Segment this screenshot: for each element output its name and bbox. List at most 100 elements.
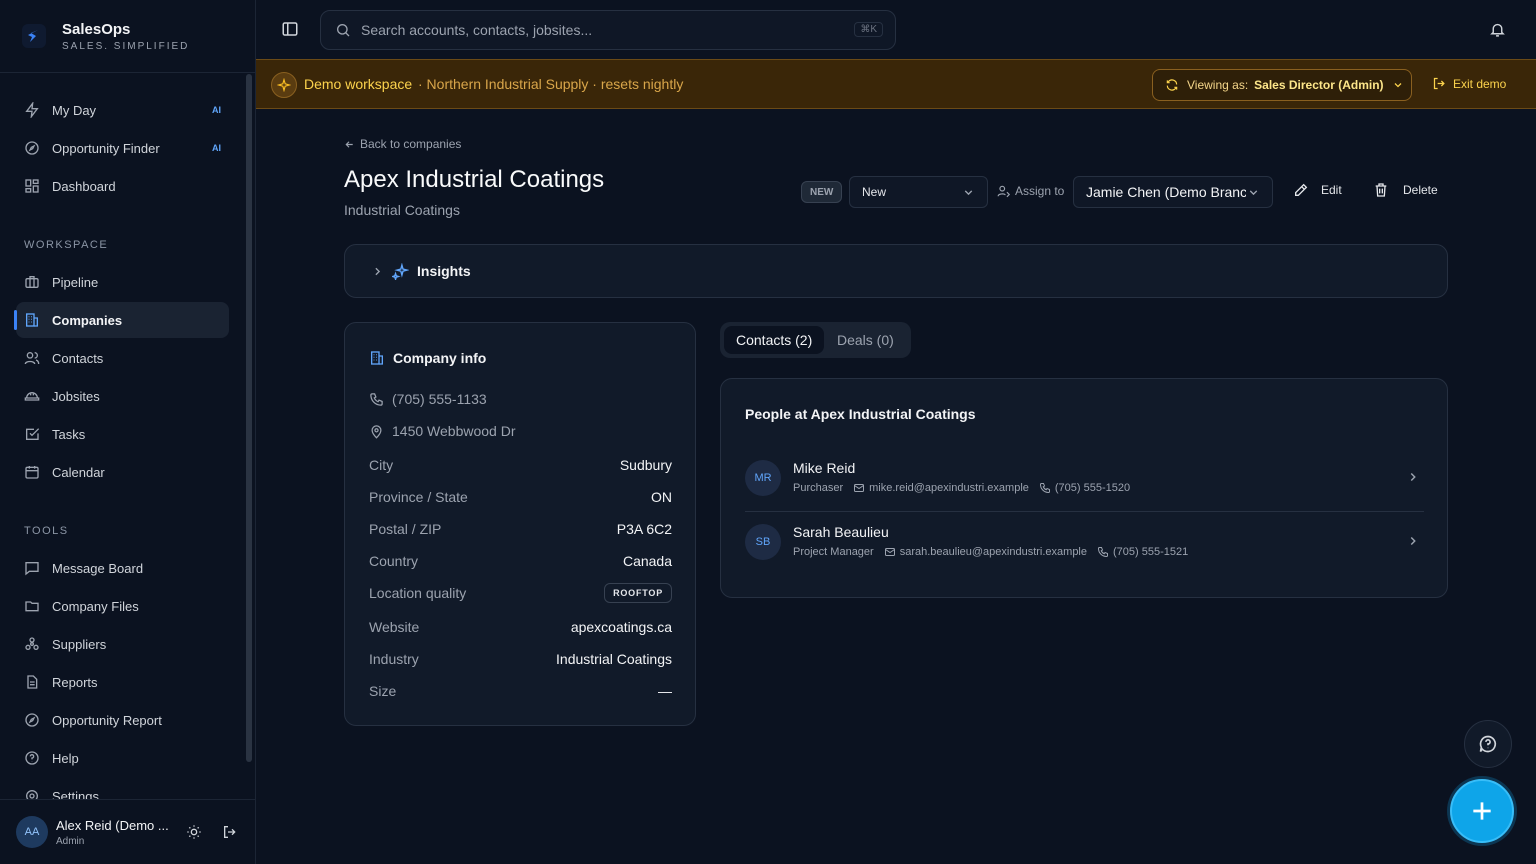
contact-phone[interactable]: (705) 555-1520 (1055, 482, 1130, 494)
exit-demo-button[interactable]: Exit demo (1432, 76, 1506, 91)
back-link-label: Back to companies (360, 137, 462, 151)
help-chat-button[interactable] (1464, 720, 1512, 768)
tab-contacts[interactable]: Contacts (2) (724, 326, 825, 354)
brand-name: SalesOps (62, 20, 131, 38)
contact-role: Purchaser (793, 482, 844, 494)
info-key: Industry (369, 651, 419, 667)
bell-icon[interactable] (1489, 21, 1506, 38)
calendar-icon (24, 464, 40, 480)
help-icon (1478, 734, 1498, 754)
sidebar-item-label: Suppliers (52, 636, 107, 652)
assignee-select[interactable]: Jamie Chen (Demo Branch Manager) (1073, 176, 1273, 208)
sidebar-item-label: Help (52, 750, 79, 766)
banner-title: Demo workspace (304, 76, 413, 92)
search-icon (335, 22, 351, 38)
info-key: Country (369, 553, 419, 569)
sidebar-item-calendar[interactable]: Calendar (16, 454, 229, 490)
pencil-icon (1293, 182, 1309, 198)
add-button[interactable] (1450, 779, 1514, 843)
sidebar-item-companies[interactable]: Companies (14, 302, 229, 338)
sidebar-toggle-icon[interactable] (281, 20, 299, 38)
sidebar-item-jobsites[interactable]: Jobsites (16, 378, 229, 414)
sidebar-item-label: Settings (52, 788, 99, 800)
list-item[interactable]: SB Sarah Beaulieu Project Manager sarah.… (745, 510, 1424, 574)
exit-icon (1432, 76, 1447, 91)
user-assign-icon (997, 184, 1011, 198)
sparkles-icon (392, 262, 409, 280)
delete-button[interactable]: Delete (1373, 182, 1438, 198)
status-select[interactable]: New (849, 176, 988, 208)
info-value: Industrial Coatings (556, 651, 672, 667)
mail-icon (853, 482, 865, 494)
sidebar-item-contacts[interactable]: Contacts (16, 340, 229, 376)
sidebar-item-label: Opportunity Report (52, 712, 162, 728)
search-shortcut: ⌘K (854, 22, 883, 37)
arrow-left-icon (344, 139, 355, 150)
sidebar-item-pipeline[interactable]: Pipeline (16, 264, 229, 300)
chevron-right-icon (1406, 534, 1420, 548)
logout-icon[interactable] (220, 822, 240, 842)
sidebar-item-help[interactable]: Help (16, 740, 229, 776)
sidebar-item-opportunity-finder[interactable]: Opportunity Finder AI (16, 130, 229, 166)
viewing-as-value: Sales Director (Admin) (1254, 78, 1384, 92)
tab-deals[interactable]: Deals (0) (825, 326, 906, 354)
sidebar-item-message-board[interactable]: Message Board (16, 550, 229, 586)
contact-phone[interactable]: (705) 555-1521 (1113, 546, 1188, 558)
contact-meta: Project Manager sarah.beaulieu@apexindus… (793, 546, 1188, 558)
sidebar-item-opportunity-report[interactable]: Opportunity Report (16, 702, 229, 738)
sidebar-item-settings[interactable]: Settings (16, 778, 229, 799)
back-to-companies-link[interactable]: Back to companies (344, 137, 461, 151)
avatar: SB (745, 524, 781, 560)
sidebar-item-reports[interactable]: Reports (16, 664, 229, 700)
assign-label-text: Assign to (1015, 184, 1065, 198)
assignee-value: Jamie Chen (Demo Branch Manager) (1086, 184, 1246, 200)
sidebar-item-tasks[interactable]: Tasks (16, 416, 229, 452)
refresh-icon (1165, 78, 1179, 92)
tools-section-label: TOOLS (24, 525, 69, 537)
brand[interactable]: SalesOps SALES. SIMPLIFIED (0, 0, 255, 73)
building-icon (369, 350, 385, 366)
gear-icon (24, 788, 40, 799)
company-info-card: Company info (705) 555-1133 1450 Webbwoo… (344, 322, 696, 726)
company-phone[interactable]: (705) 555-1133 (369, 391, 487, 407)
info-row-postal: Postal / ZIP P3A 6C2 (369, 518, 672, 540)
compass-icon (24, 712, 40, 728)
ai-badge: AI (212, 143, 221, 153)
sidebar-item-company-files[interactable]: Company Files (16, 588, 229, 624)
active-indicator (14, 310, 17, 330)
list-item[interactable]: MR Mike Reid Purchaser mike.reid@apexind… (745, 446, 1424, 510)
edit-button[interactable]: Edit (1293, 182, 1342, 198)
sidebar-item-dashboard[interactable]: Dashboard (16, 168, 229, 204)
phone-icon (1097, 546, 1109, 558)
info-row-size: Size — (369, 680, 672, 702)
insights-panel[interactable]: Insights (344, 244, 1448, 298)
map-pin-icon (369, 424, 384, 439)
assign-to-label: Assign to (997, 184, 1064, 198)
sidebar-item-my-day[interactable]: My Day AI (16, 92, 229, 128)
contacts-deals-tabs: Contacts (2) Deals (0) (720, 322, 911, 358)
sparkles-icon (271, 72, 297, 98)
sidebar-scrollbar[interactable] (246, 74, 252, 762)
sidebar-item-label: Opportunity Finder (52, 140, 160, 156)
grid-icon (24, 178, 40, 194)
info-key: Website (369, 619, 420, 635)
phone-value: (705) 555-1133 (392, 391, 487, 407)
contact-email[interactable]: sarah.beaulieu@apexindustri.example (900, 546, 1087, 558)
company-address[interactable]: 1450 Webbwood Dr (369, 423, 515, 439)
sidebar: SalesOps SALES. SIMPLIFIED My Day AI Opp… (0, 0, 256, 864)
phone-icon (1039, 482, 1051, 494)
ai-badge: AI (212, 105, 221, 115)
edit-label: Edit (1321, 183, 1342, 197)
chevron-down-icon (1392, 79, 1404, 91)
contact-email[interactable]: mike.reid@apexindustri.example (869, 482, 1029, 494)
building-icon (24, 312, 40, 328)
checkbox-icon (24, 426, 40, 442)
avatar[interactable]: AA (16, 816, 48, 848)
viewing-as-select[interactable]: Viewing as: Sales Director (Admin) (1152, 69, 1412, 101)
info-value: Canada (622, 553, 672, 569)
search-input[interactable]: Search accounts, contacts, jobsites... ⌘… (320, 10, 896, 50)
sidebar-item-label: Dashboard (52, 178, 116, 194)
theme-toggle-sun-icon[interactable] (184, 822, 204, 842)
sidebar-item-suppliers[interactable]: Suppliers (16, 626, 229, 662)
website-link[interactable]: apexcoatings.ca (571, 619, 672, 635)
